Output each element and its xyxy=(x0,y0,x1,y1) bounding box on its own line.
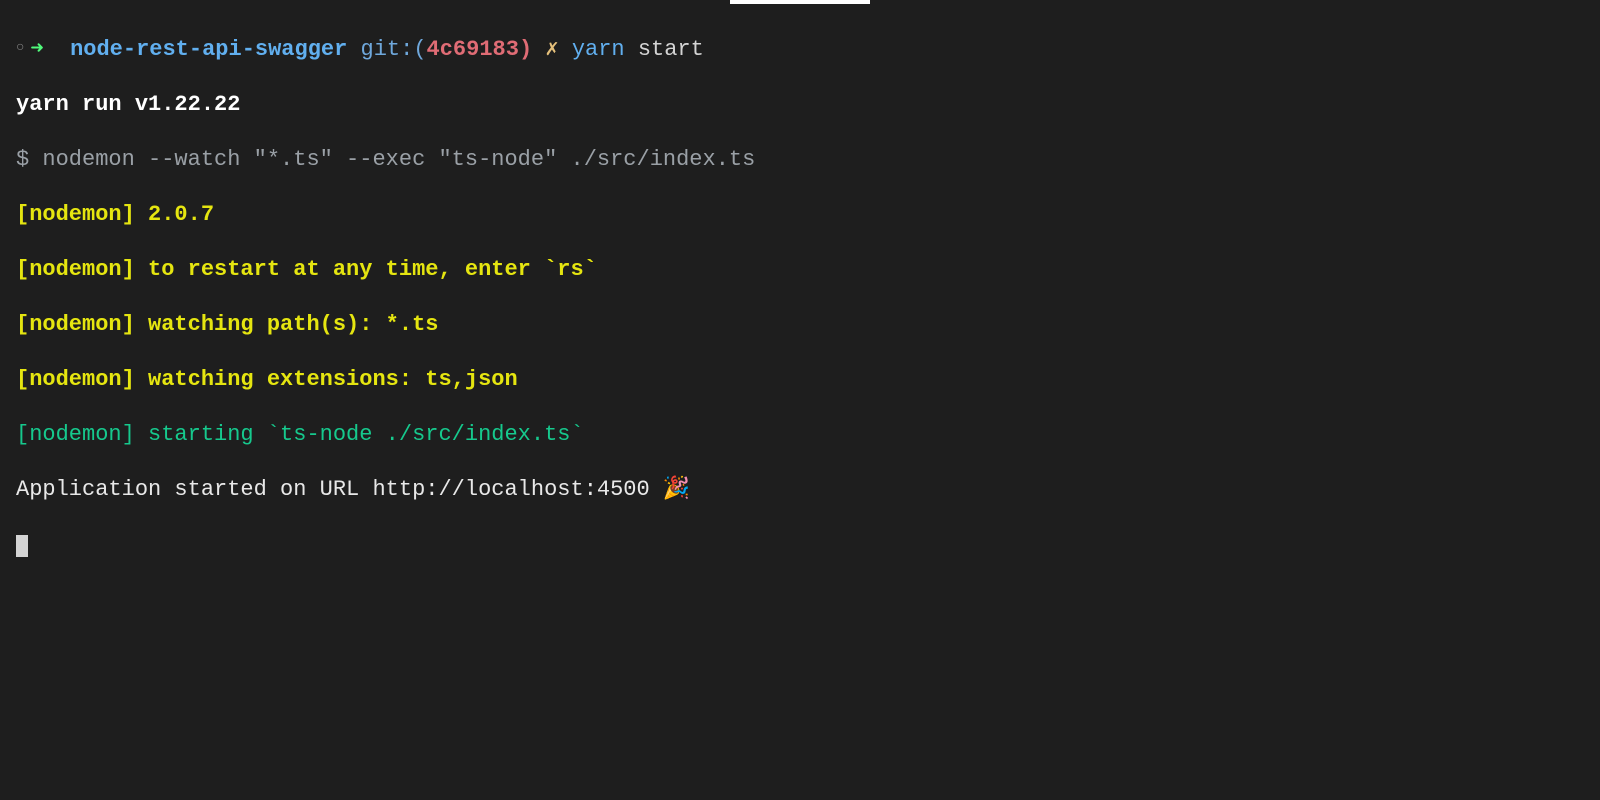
prompt-line: ○ ➜ node-rest-api-swagger git:(4c69183) ✗… xyxy=(16,36,1584,64)
prompt-arrow-icon: ➜ xyxy=(30,37,43,62)
spawn-command-line: $ nodemon --watch "*.ts" --exec "ts-node… xyxy=(16,146,1584,174)
yarn-version-line: yarn run v1.22.22 xyxy=(16,91,1584,119)
nodemon-paths-line: [nodemon] watching path(s): *.ts xyxy=(16,311,1584,339)
status-circle-icon: ○ xyxy=(16,40,24,58)
nodemon-extensions-line: [nodemon] watching extensions: ts,json xyxy=(16,366,1584,394)
tab-indicator xyxy=(730,0,870,4)
nodemon-version-line: [nodemon] 2.0.7 xyxy=(16,201,1584,229)
git-hash: 4c69183 xyxy=(427,37,519,62)
git-label: git:( xyxy=(361,37,427,62)
git-dirty-icon: ✗ xyxy=(545,37,558,62)
command-arg: start xyxy=(638,37,704,62)
cursor-line xyxy=(16,531,1584,559)
nodemon-starting-line: [nodemon] starting `ts-node ./src/index.… xyxy=(16,421,1584,449)
nodemon-restart-line: [nodemon] to restart at any time, enter … xyxy=(16,256,1584,284)
git-close-paren: ) xyxy=(519,37,532,62)
terminal-cursor xyxy=(16,535,28,557)
prompt-directory: node-rest-api-swagger xyxy=(70,37,347,62)
command-name: yarn xyxy=(572,37,625,62)
terminal-output[interactable]: ○ ➜ node-rest-api-swagger git:(4c69183) ✗… xyxy=(16,8,1584,586)
app-started-line: Application started on URL http://localh… xyxy=(16,476,1584,504)
